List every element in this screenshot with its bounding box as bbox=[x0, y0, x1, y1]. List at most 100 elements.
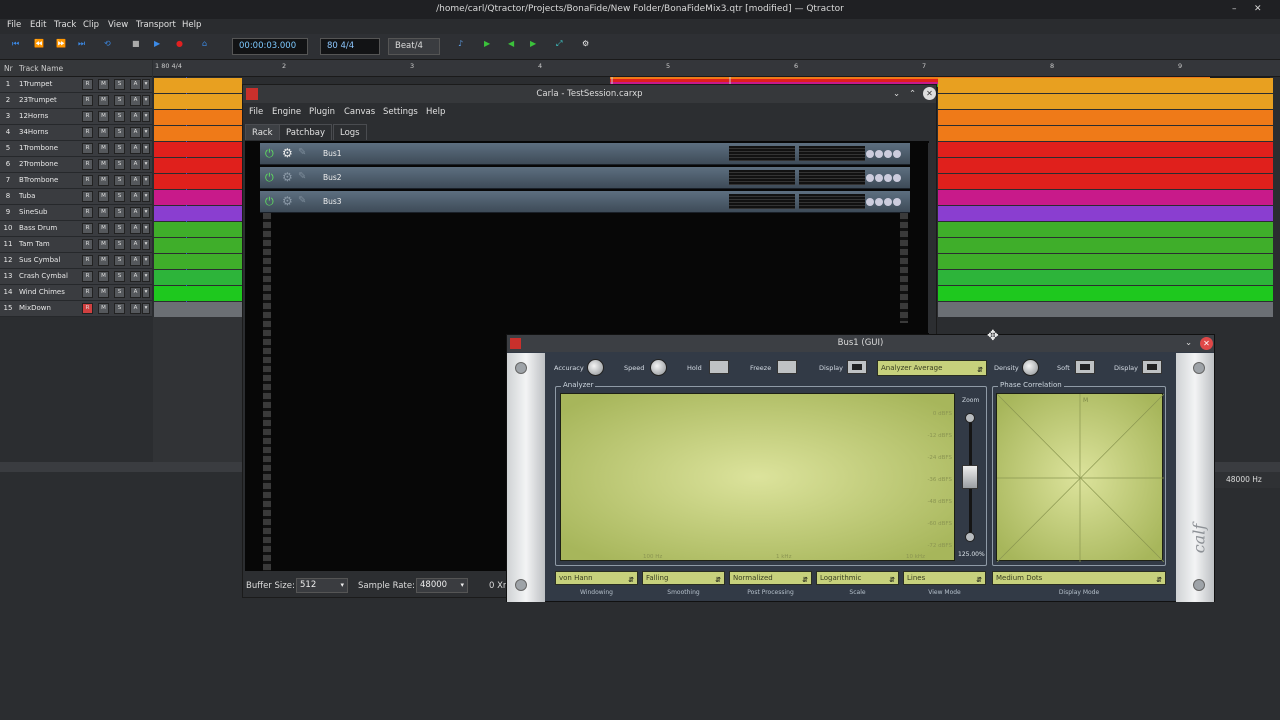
track-lane-left[interactable] bbox=[154, 302, 242, 317]
track-row[interactable]: 7 BTrombone R M S A ▾ bbox=[0, 173, 152, 189]
rewind-icon[interactable]: ⏪ bbox=[34, 39, 48, 53]
track-lane-right[interactable] bbox=[938, 302, 1273, 317]
minimize-icon[interactable]: – bbox=[1232, 0, 1237, 19]
track-button-m[interactable]: M bbox=[98, 127, 109, 138]
track-button-a[interactable]: A bbox=[130, 287, 141, 298]
track-lane-left[interactable] bbox=[154, 158, 242, 173]
chevron-down-icon[interactable]: ▾ bbox=[142, 239, 150, 250]
freeze-button[interactable] bbox=[777, 360, 797, 374]
chevron-down-icon[interactable]: ⌄ bbox=[1185, 335, 1192, 352]
menu-transport[interactable]: Transport bbox=[136, 20, 176, 30]
smoothing-select[interactable]: Falling ⇵ bbox=[642, 571, 725, 585]
track-lane-left[interactable] bbox=[154, 222, 242, 237]
post-processing-select[interactable]: Normalized ⇵ bbox=[729, 571, 812, 585]
follow-play-icon[interactable]: ▶ bbox=[484, 39, 498, 53]
track-row[interactable]: 6 2Trombone R M S A ▾ bbox=[0, 157, 152, 173]
track-button-s[interactable]: S bbox=[114, 287, 125, 298]
track-button-a[interactable]: A bbox=[130, 159, 141, 170]
track-row[interactable]: 14 Wind Chimes R M S A ▾ bbox=[0, 285, 152, 301]
track-button-m[interactable]: M bbox=[98, 79, 109, 90]
track-button-s[interactable]: S bbox=[114, 191, 125, 202]
zoom-icon[interactable]: ⤢ bbox=[556, 39, 570, 53]
menu-track[interactable]: Track bbox=[54, 20, 76, 30]
track-button-r[interactable]: R bbox=[82, 159, 93, 170]
chevron-up-icon[interactable]: ⌃ bbox=[909, 85, 916, 103]
track-button-a[interactable]: A bbox=[130, 271, 141, 282]
stop-icon[interactable]: ■ bbox=[132, 39, 146, 53]
display2-button[interactable] bbox=[1142, 360, 1162, 374]
soft-button[interactable] bbox=[1075, 360, 1095, 374]
track-button-r[interactable]: R bbox=[82, 111, 93, 122]
track-button-r[interactable]: R bbox=[82, 191, 93, 202]
chevron-down-icon[interactable]: ▾ bbox=[142, 223, 150, 234]
track-button-m[interactable]: M bbox=[98, 223, 109, 234]
track-lane-right[interactable] bbox=[938, 206, 1273, 221]
track-button-m[interactable]: M bbox=[98, 159, 109, 170]
tab-rack[interactable]: Rack bbox=[245, 124, 280, 140]
timeline-ruler[interactable]: 1 80 4/4 2 3 4 5 6 7 8 9 bbox=[153, 60, 1280, 77]
track-button-a[interactable]: A bbox=[130, 303, 141, 314]
accuracy-knob[interactable] bbox=[587, 359, 604, 376]
track-button-s[interactable]: S bbox=[114, 159, 125, 170]
power-icon[interactable]: ⏻ bbox=[265, 195, 274, 209]
menu-view[interactable]: View bbox=[108, 20, 128, 30]
track-button-m[interactable]: M bbox=[98, 239, 109, 250]
track-row[interactable]: 11 Tam Tam R M S A ▾ bbox=[0, 237, 152, 253]
play-icon[interactable]: ▶ bbox=[154, 39, 168, 53]
track-button-r[interactable]: R bbox=[82, 223, 93, 234]
track-button-m[interactable]: M bbox=[98, 287, 109, 298]
menu-file[interactable]: File bbox=[7, 20, 21, 30]
track-lane-left[interactable] bbox=[154, 94, 242, 109]
track-button-a[interactable]: A bbox=[130, 95, 141, 106]
track-lane-right[interactable] bbox=[938, 110, 1273, 125]
track-lane-right[interactable] bbox=[938, 270, 1273, 285]
track-lane-right[interactable] bbox=[938, 190, 1273, 205]
sample-rate-select[interactable]: 48000 ▾ bbox=[416, 578, 468, 593]
chevron-down-icon[interactable]: ⌄ bbox=[893, 85, 900, 103]
track-button-m[interactable]: M bbox=[98, 111, 109, 122]
speed-knob[interactable] bbox=[650, 359, 667, 376]
track-button-a[interactable]: A bbox=[130, 143, 141, 154]
plugin-row-bus2[interactable]: ⏻ ⚙ ✎ Bus2 bbox=[260, 167, 910, 189]
track-button-a[interactable]: A bbox=[130, 127, 141, 138]
track-button-r[interactable]: R bbox=[82, 127, 93, 138]
track-button-s[interactable]: S bbox=[114, 79, 125, 90]
carla-menu-help[interactable]: Help bbox=[426, 107, 445, 117]
power-icon[interactable]: ⏻ bbox=[265, 171, 274, 185]
menu-clip[interactable]: Clip bbox=[83, 20, 99, 30]
record-icon[interactable]: ● bbox=[176, 39, 190, 53]
track-lane-right[interactable] bbox=[938, 94, 1273, 109]
chevron-down-icon[interactable]: ▾ bbox=[142, 79, 150, 90]
display-button[interactable] bbox=[847, 360, 867, 374]
tab-logs[interactable]: Logs bbox=[333, 124, 367, 140]
track-row[interactable]: 10 Bass Drum R M S A ▾ bbox=[0, 221, 152, 237]
gear-icon[interactable]: ⚙ bbox=[282, 146, 293, 160]
mode-select[interactable]: Analyzer Average ⇵ bbox=[877, 360, 987, 376]
carla-menu-engine[interactable]: Engine bbox=[272, 107, 301, 117]
track-button-s[interactable]: S bbox=[114, 143, 125, 154]
track-row[interactable]: 9 SineSub R M S A ▾ bbox=[0, 205, 152, 221]
close-icon[interactable]: ✕ bbox=[1200, 337, 1213, 350]
edit-icon[interactable]: ✎ bbox=[298, 195, 306, 206]
chevron-down-icon[interactable]: ▾ bbox=[142, 143, 150, 154]
track-button-m[interactable]: M bbox=[98, 143, 109, 154]
rewind-start-icon[interactable]: ⏮ bbox=[12, 39, 26, 53]
chevron-down-icon[interactable]: ▾ bbox=[142, 111, 150, 122]
track-button-s[interactable]: S bbox=[114, 95, 125, 106]
display-mode-select[interactable]: Medium Dots ⇵ bbox=[992, 571, 1166, 585]
track-lane-right[interactable] bbox=[938, 158, 1273, 173]
chevron-down-icon[interactable]: ▾ bbox=[142, 255, 150, 266]
tempo-display[interactable]: 80 4/4 bbox=[320, 38, 380, 55]
power-icon[interactable]: ⏻ bbox=[265, 147, 274, 161]
plugin-row-bus1[interactable]: ⏻ ⚙ ✎ Bus1 bbox=[260, 143, 910, 165]
track-lane-left[interactable] bbox=[154, 142, 242, 157]
gear-icon[interactable]: ⚙ bbox=[282, 170, 293, 184]
track-button-a[interactable]: A bbox=[130, 207, 141, 218]
track-button-s[interactable]: S bbox=[114, 207, 125, 218]
chevron-down-icon[interactable]: ▾ bbox=[142, 303, 150, 314]
track-lane-left[interactable] bbox=[154, 206, 242, 221]
track-button-s[interactable]: S bbox=[114, 255, 125, 266]
back-icon[interactable]: ◀ bbox=[508, 39, 522, 53]
close-icon[interactable]: ✕ bbox=[923, 87, 936, 100]
menu-edit[interactable]: Edit bbox=[30, 20, 46, 30]
